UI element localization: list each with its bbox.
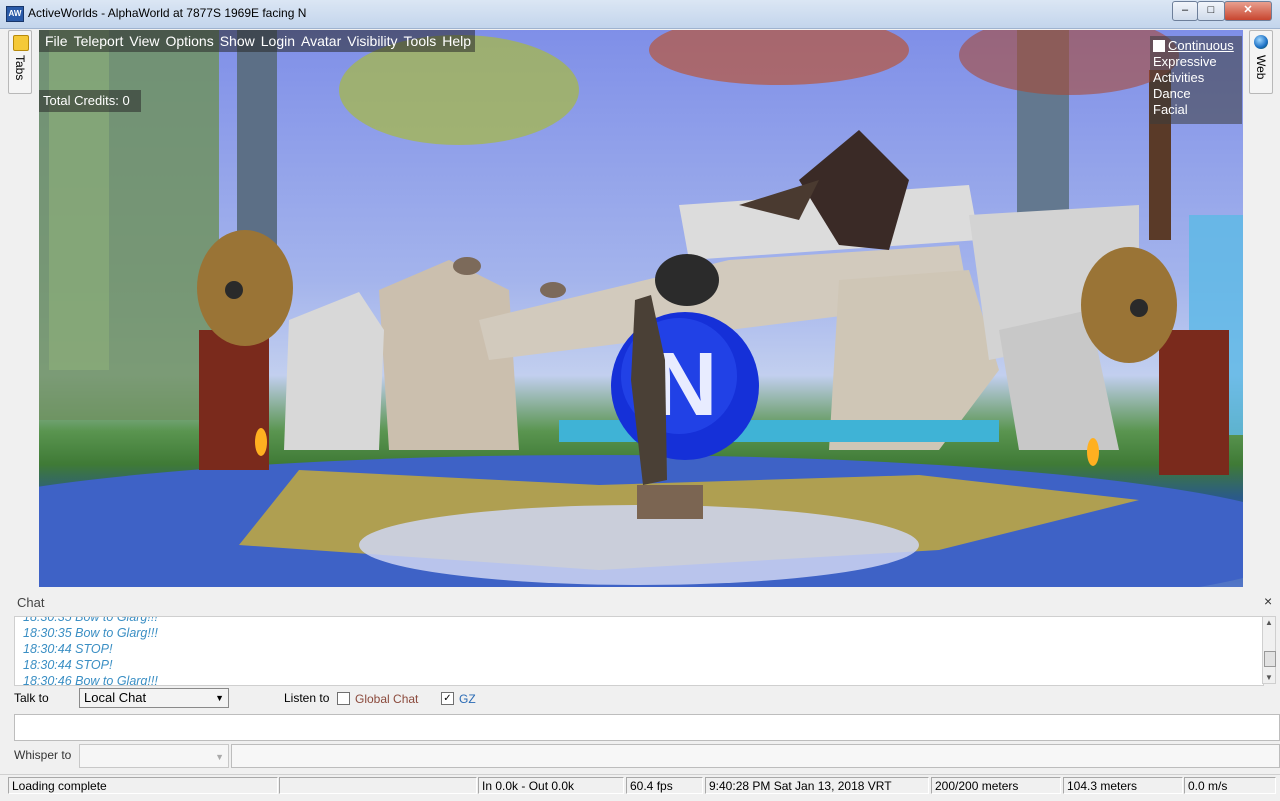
squirrel-1	[453, 257, 481, 275]
status-empty	[279, 777, 477, 794]
talk-to-label: Talk to	[14, 691, 49, 705]
whisper-to-select[interactable]: ▼	[79, 744, 229, 768]
menu-options[interactable]: Options	[165, 33, 213, 49]
talk-to-select[interactable]: Local Chat ▼	[79, 688, 229, 708]
folder-icon	[13, 35, 29, 51]
stone-pedestal	[637, 485, 703, 519]
status-bar: Loading complete In 0.0k - Out 0.0k 60.4…	[0, 774, 1280, 801]
skull-right-eye	[1130, 299, 1148, 317]
chat-line: 18:30:44 STOP!	[23, 658, 113, 672]
menu-show[interactable]: Show	[220, 33, 255, 49]
world-scene: N	[39, 30, 1243, 587]
minimize-button[interactable]: –	[1172, 1, 1198, 21]
tree-foliage-right	[959, 30, 1179, 95]
chat-line: 18:30:44 STOP!	[23, 642, 113, 656]
chat-scrollbar[interactable]: ▲ ▼	[1262, 616, 1276, 684]
status-speed: 0.0 m/s	[1184, 777, 1276, 794]
scroll-thumb[interactable]	[1264, 651, 1276, 667]
continuous-checkbox[interactable]	[1153, 40, 1165, 52]
chat-line: 18:30:46 Bow to Glarg!!!	[23, 674, 158, 686]
whisper-input[interactable]	[231, 744, 1280, 768]
global-chat-label[interactable]: Global Chat	[355, 692, 418, 706]
web-label: Web	[1254, 55, 1268, 80]
menu-help[interactable]: Help	[442, 33, 471, 49]
status-visibility: 200/200 meters	[931, 777, 1061, 794]
skull-right	[1081, 247, 1177, 363]
gesture-dance[interactable]: Dance	[1153, 86, 1242, 102]
app-icon: AW	[6, 6, 24, 22]
status-distance: 104.3 meters	[1063, 777, 1183, 794]
torch-left	[255, 428, 267, 456]
menu-view[interactable]: View	[129, 33, 159, 49]
continuous-label: Continuous	[1168, 38, 1234, 53]
chat-input[interactable]	[14, 714, 1280, 741]
gesture-activities[interactable]: Activities	[1153, 70, 1242, 86]
gz-label[interactable]: GZ	[459, 692, 476, 706]
tabs-side-tab[interactable]: Tabs	[8, 30, 32, 94]
squirrel-2	[540, 282, 566, 298]
menu-teleport[interactable]: Teleport	[74, 33, 124, 49]
menu-file[interactable]: File	[45, 33, 68, 49]
3d-viewport[interactable]: N	[39, 30, 1243, 587]
chat-close-icon[interactable]: ×	[1264, 593, 1272, 609]
listen-to-label: Listen to	[284, 691, 330, 705]
scroll-down-icon[interactable]: ▼	[1265, 673, 1273, 682]
title-bar: AW ActiveWorlds - AlphaWorld at 7877S 19…	[0, 0, 1280, 29]
chevron-down-icon: ▼	[215, 693, 224, 703]
willow-highlight	[49, 30, 109, 370]
menu-login[interactable]: Login	[261, 33, 295, 49]
menu-tools[interactable]: Tools	[404, 33, 437, 49]
chat-log[interactable]: 18:30:35 Bow to Glarg!!! 18:30:35 Bow to…	[14, 616, 1264, 686]
chat-line: 18:30:35 Bow to Glarg!!!	[23, 616, 158, 624]
chevron-down-icon: ▼	[215, 752, 224, 762]
chat-header: Chat ×	[8, 590, 1280, 614]
chat-title: Chat	[17, 595, 45, 610]
torch-right	[1087, 438, 1099, 466]
skull-left	[197, 230, 293, 346]
creature	[655, 254, 719, 306]
menu-visibility[interactable]: Visibility	[347, 33, 397, 49]
whisper-to-label: Whisper to	[14, 748, 72, 762]
skull-left-eye	[225, 281, 243, 299]
globe-icon	[1254, 35, 1268, 49]
continuous-toggle[interactable]: Continuous	[1153, 38, 1242, 54]
total-credits: Total Credits: 0	[39, 90, 141, 112]
skull-pillar-right	[1159, 330, 1229, 475]
gesture-facial[interactable]: Facial	[1153, 102, 1242, 118]
close-button[interactable]: ✕	[1224, 1, 1272, 21]
window-title: ActiveWorlds - AlphaWorld at 7877S 1969E…	[28, 6, 307, 20]
menu-bar: File Teleport View Options Show Login Av…	[39, 30, 475, 52]
status-fps: 60.4 fps	[626, 777, 703, 794]
chat-line: 18:30:35 Bow to Glarg!!!	[23, 626, 158, 640]
status-message: Loading complete	[8, 777, 278, 794]
menu-avatar[interactable]: Avatar	[301, 33, 341, 49]
status-traffic: In 0.0k - Out 0.0k	[478, 777, 624, 794]
gestures-panel: Continuous Expressive Activities Dance F…	[1150, 36, 1242, 124]
gz-checkbox[interactable]: ✓	[441, 692, 454, 705]
gesture-expressive[interactable]: Expressive	[1153, 54, 1242, 70]
maximize-button[interactable]: □	[1197, 1, 1225, 21]
status-datetime: 9:40:28 PM Sat Jan 13, 2018 VRT	[705, 777, 929, 794]
tree-foliage-center	[649, 30, 909, 85]
tabs-label: Tabs	[13, 55, 27, 81]
talk-to-value: Local Chat	[84, 690, 147, 705]
global-chat-checkbox[interactable]	[337, 692, 350, 705]
stone-slab-2	[284, 292, 384, 450]
web-side-tab[interactable]: Web	[1249, 30, 1273, 94]
scroll-up-icon[interactable]: ▲	[1265, 618, 1273, 627]
